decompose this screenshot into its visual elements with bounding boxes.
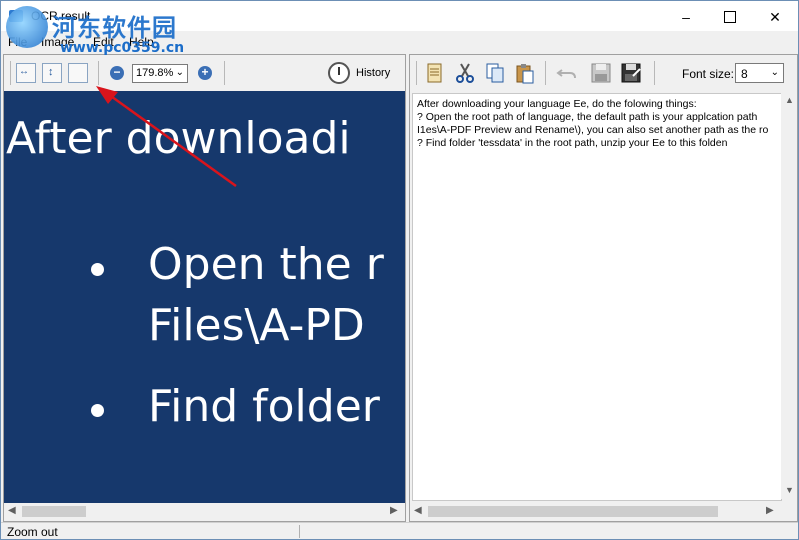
bullet-icon <box>91 263 104 276</box>
cut-button[interactable] <box>454 62 476 84</box>
zoom-in-button[interactable]: + <box>198 66 212 80</box>
clock-icon <box>328 62 350 84</box>
undo-icon <box>556 69 576 79</box>
save-button[interactable] <box>590 62 612 84</box>
status-bar: Zoom out <box>1 522 798 540</box>
copy-icon <box>486 63 504 83</box>
ocr-result-window: OCR result – ✕ File Image Edit Help ↔ ↕ … <box>0 0 799 540</box>
scissors-icon <box>456 63 474 83</box>
image-preview[interactable]: After downloadi Open the r Files\A-PD Fi… <box>4 91 405 503</box>
scroll-up-icon[interactable]: ▲ <box>785 95 794 105</box>
scrollbar-thumb[interactable] <box>22 506 86 517</box>
minus-icon: − <box>113 65 121 79</box>
image-text-line: Find folder <box>148 381 380 432</box>
fit-width-button[interactable]: ↔ <box>16 63 36 83</box>
scroll-down-icon[interactable]: ▼ <box>785 485 794 495</box>
image-toolbar: ↔ ↕ − 179.8% ⌄ + History <box>4 55 405 91</box>
toolbar-separator <box>545 61 546 85</box>
save-as-button[interactable] <box>620 62 642 84</box>
scroll-left-icon[interactable]: ◀ <box>8 505 16 516</box>
toolbar-separator <box>416 61 417 85</box>
text-toolbar: Font size: 8 ⌄ <box>410 55 797 91</box>
scrollbar-thumb[interactable] <box>428 506 718 517</box>
document-icon <box>427 63 442 83</box>
image-horizontal-scrollbar[interactable]: ◀ ▶ <box>4 503 405 520</box>
close-button[interactable]: ✕ <box>752 4 798 30</box>
copy-button[interactable] <box>484 62 506 84</box>
zoom-out-button[interactable]: − <box>110 66 124 80</box>
maximize-icon <box>724 11 736 23</box>
ocr-text-area[interactable]: After downloading your language Ee, do t… <box>412 93 782 501</box>
clipboard-icon <box>516 64 534 84</box>
zoom-combobox[interactable]: 179.8% ⌄ <box>132 64 188 83</box>
watermark-url: www.pc0359.cn <box>60 40 185 56</box>
history-label: History <box>356 67 391 79</box>
floppy-disk-icon <box>591 63 611 83</box>
paste-button[interactable] <box>514 62 536 84</box>
font-size-value: 8 <box>741 67 748 81</box>
status-text: Zoom out <box>7 525 58 539</box>
save-as-icon <box>621 63 641 83</box>
plus-icon: + <box>201 65 209 79</box>
scroll-right-icon[interactable]: ▶ <box>390 505 398 516</box>
zoom-value: 179.8% <box>136 67 174 79</box>
scroll-right-icon[interactable]: ▶ <box>766 505 774 516</box>
text-horizontal-scrollbar[interactable]: ◀ ▶ <box>410 503 797 520</box>
fit-height-button[interactable]: ↕ <box>42 63 62 83</box>
ocr-text-line: After downloading your language Ee, do t… <box>417 98 697 110</box>
scroll-left-icon[interactable]: ◀ <box>414 505 422 516</box>
watermark-logo <box>6 6 48 48</box>
ocr-text-line: I1es\A-PDF Preview and Rename\), you can… <box>417 124 769 136</box>
text-vertical-scrollbar[interactable]: ▲ ▼ <box>781 93 797 499</box>
bullet-icon <box>91 404 104 417</box>
undo-button[interactable] <box>556 62 578 84</box>
toolbar-separator <box>10 61 11 85</box>
history-button[interactable]: History <box>328 62 394 86</box>
maximize-button[interactable] <box>707 4 753 30</box>
close-icon: ✕ <box>769 8 781 25</box>
watermark-text: 河东软件园 <box>52 14 177 42</box>
status-separator <box>299 525 300 538</box>
toolbar-separator <box>224 61 225 85</box>
image-panel: ↔ ↕ − 179.8% ⌄ + History After downloadi <box>3 54 406 522</box>
fit-width-icon: ↔ <box>19 66 29 77</box>
minimize-button[interactable]: – <box>663 4 709 30</box>
chevron-down-icon: ⌄ <box>770 67 779 78</box>
fit-height-icon: ↕ <box>48 66 54 78</box>
text-panel: Font size: 8 ⌄ After downloading your la… <box>409 54 798 522</box>
toolbar-separator <box>654 61 655 85</box>
minimize-icon: – <box>682 9 690 25</box>
fit-page-button[interactable] <box>68 63 88 83</box>
image-text-line: Open the r <box>148 239 384 290</box>
image-text-line: Files\A-PD <box>148 300 365 351</box>
image-text-line: After downloadi <box>6 113 351 164</box>
toolbar-separator <box>98 61 99 85</box>
font-size-select[interactable]: 8 ⌄ <box>735 63 784 83</box>
font-size-label: Font size: <box>682 67 735 81</box>
ocr-text-line: ? Open the root path of language, the de… <box>417 111 758 123</box>
save-text-button[interactable] <box>424 62 446 84</box>
ocr-text-line: ? Find folder 'tessdata' in the root pat… <box>417 137 728 149</box>
chevron-down-icon: ⌄ <box>175 67 184 78</box>
